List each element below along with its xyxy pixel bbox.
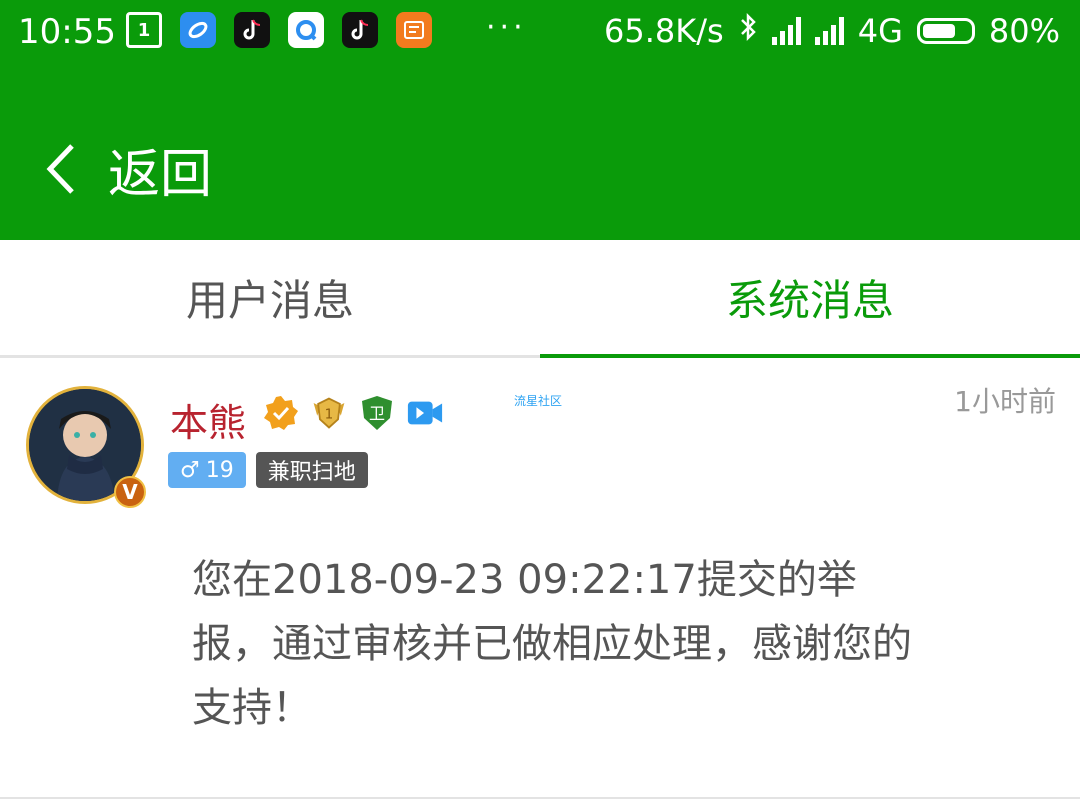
- chevron-left-icon: [46, 144, 74, 194]
- battery-icon: [916, 18, 975, 44]
- back-label: 返回: [108, 144, 213, 205]
- more-notifications-icon: ···: [486, 10, 527, 45]
- tab-label: 用户消息: [185, 276, 354, 325]
- signal-icon: [814, 17, 844, 45]
- site-tag: 流星社区: [514, 394, 563, 408]
- battery-percent: 80%: [988, 12, 1060, 50]
- age: 19: [205, 457, 234, 483]
- calendar-day: 1: [137, 19, 151, 41]
- vip-badge: V: [114, 476, 146, 508]
- browser-icon: [180, 12, 216, 48]
- message-content: 您在2018-09-23 09:22:17提交的举报，通过审核并已做相应处理，感…: [192, 557, 912, 731]
- verified-icon: [262, 394, 300, 432]
- message-tabs: 用户消息 系统消息: [0, 240, 1080, 358]
- signal-icon: [771, 17, 801, 45]
- guard-label: 卫: [369, 404, 385, 423]
- back-button[interactable]: 返回: [44, 134, 213, 205]
- message-time: 1小时前: [954, 385, 1056, 418]
- net-speed: 65.8K/s: [604, 12, 724, 50]
- app-bar: 返回: [0, 64, 1080, 240]
- level-number: 1: [325, 406, 334, 422]
- user-tags: ♂ 19 兼职扫地: [168, 452, 368, 488]
- guard-badge-icon: 卫: [358, 394, 396, 432]
- gender-age-tag: ♂ 19: [168, 452, 246, 488]
- tiktok-icon: [342, 12, 378, 48]
- tab-user-messages[interactable]: 用户消息: [0, 240, 540, 355]
- message-item[interactable]: V 本熊 1 卫 流星社区 1小时前 ♂ 19 兼职扫地 您在2018-09-2…: [0, 358, 1080, 799]
- vip-mark: V: [122, 480, 138, 504]
- user-name[interactable]: 本熊: [170, 392, 246, 447]
- clock: 10:55: [18, 12, 116, 52]
- tab-label: 系统消息: [725, 276, 894, 325]
- news-app-icon: [396, 12, 432, 48]
- video-badge-icon: [406, 394, 444, 432]
- male-icon: ♂: [180, 457, 200, 483]
- level-badge-icon: 1: [310, 394, 348, 432]
- bluetooth-icon: [738, 12, 758, 50]
- user-badges: 1 卫: [262, 394, 444, 432]
- search-app-icon: [288, 12, 324, 48]
- status-bar: 10:55 1 ··· 65.8K/s 4G 80%: [0, 0, 1080, 64]
- tiktok-icon: [234, 12, 270, 48]
- job-tag: 兼职扫地: [255, 452, 368, 488]
- notification-icons: 1: [126, 12, 432, 48]
- system-status: 65.8K/s 4G 80%: [604, 12, 1060, 50]
- calendar-icon: 1: [126, 12, 162, 48]
- tab-system-messages[interactable]: 系统消息: [540, 240, 1080, 358]
- network-type: 4G: [857, 12, 903, 50]
